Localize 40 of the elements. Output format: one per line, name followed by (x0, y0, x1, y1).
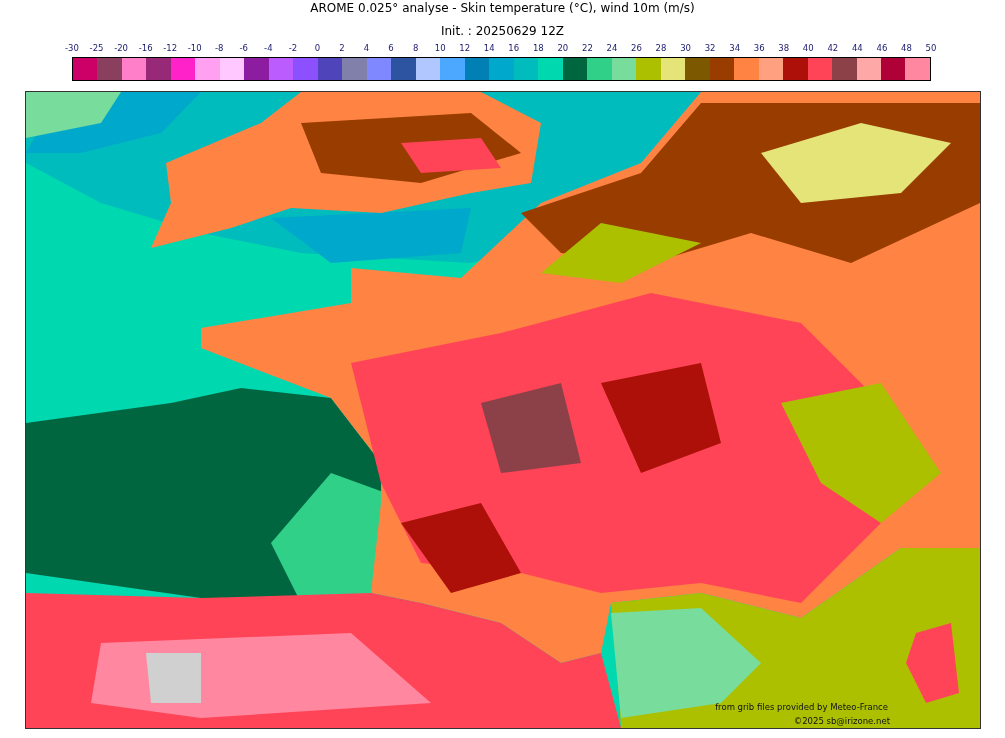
scale-label: 20 (557, 43, 569, 53)
scale-label: -10 (187, 43, 202, 53)
scale-label: 6 (388, 43, 394, 53)
scale-label: -25 (89, 43, 104, 53)
scale-label: 22 (582, 43, 593, 53)
scale-label: 8 (412, 43, 419, 53)
scale-label: 12 (459, 43, 471, 53)
scale-label: -16 (138, 43, 153, 53)
scale-label: 42 (827, 43, 839, 53)
scale-label: 14 (483, 43, 495, 53)
scale-label: 2 (339, 43, 345, 53)
scale-label: -2 (288, 43, 298, 53)
scale-label: -8 (215, 43, 224, 53)
scale-label: 34 (729, 43, 741, 53)
scale-label: 44 (851, 43, 863, 53)
scale-label: -4 (264, 43, 273, 53)
scale-label: -12 (163, 43, 178, 53)
scale-label: 48 (901, 43, 912, 53)
scale-label: -20 (114, 43, 128, 53)
scale-label: 38 (778, 43, 790, 53)
scale-label: 30 (680, 43, 691, 53)
copyright-text: ©2025 sb@irizone.net (793, 716, 890, 726)
scale-label: 0 (314, 43, 321, 53)
scale-label: 50 (925, 43, 937, 53)
scale-label: 46 (876, 43, 888, 53)
chart-title: AROME 0.025° analyse - Skin temperature (°C), wind 10m (m/s) (309, 0, 696, 17)
scale-label: 10 (434, 43, 446, 53)
scale-label: 18 (532, 43, 544, 53)
chart-subtitle: Init. : 20250629 12Z (439, 24, 566, 40)
scale-label: 28 (655, 43, 667, 53)
scale-label: 32 (704, 43, 716, 53)
scale-label: 16 (508, 43, 520, 53)
scale-label: 26 (631, 43, 642, 53)
scale-label: -6 (239, 43, 249, 53)
scale-label: 36 (753, 43, 765, 53)
scale-label: 40 (802, 43, 814, 53)
scale-label: 4 (363, 43, 370, 53)
scale-label: -30 (65, 43, 79, 53)
credit-text: from grib files provided by Meteo-France (715, 702, 888, 712)
scale-label: 24 (606, 43, 618, 53)
